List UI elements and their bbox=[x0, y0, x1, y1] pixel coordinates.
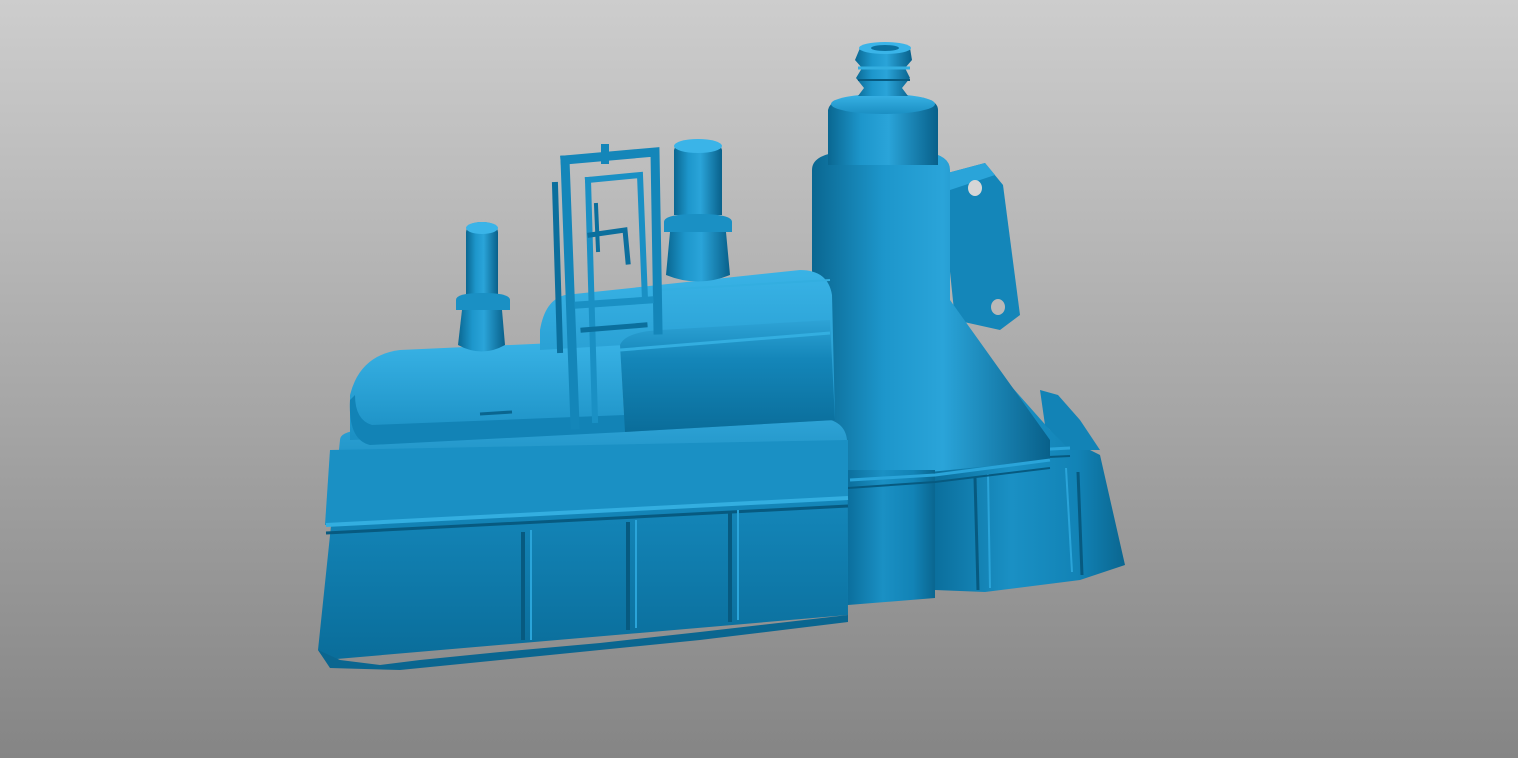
bracket-hole-top bbox=[968, 180, 982, 196]
main-housing bbox=[318, 418, 849, 670]
3d-viewport[interactable] bbox=[0, 0, 1518, 758]
middle-nozzle bbox=[664, 139, 732, 282]
bracket-hole-bottom bbox=[991, 299, 1005, 315]
left-nozzle bbox=[456, 222, 510, 352]
scanned-part-model[interactable] bbox=[0, 0, 1518, 758]
left-upper-block bbox=[349, 340, 625, 445]
